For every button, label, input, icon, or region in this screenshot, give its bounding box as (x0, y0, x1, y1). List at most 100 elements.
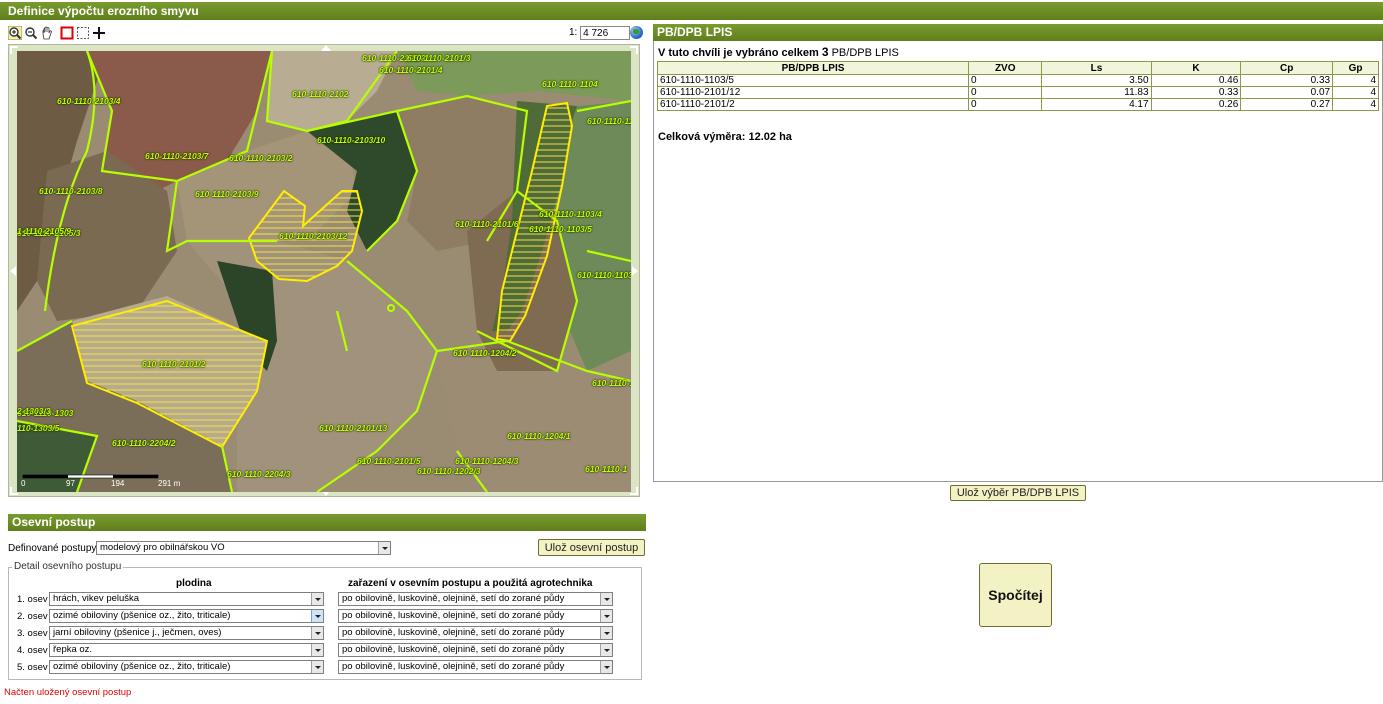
selection-prefix: V tuto chvíli je vybráno celkem (658, 47, 819, 59)
cell-k: 0.26 (1150, 98, 1242, 111)
parcel-label: 610-1110-2102 (292, 89, 349, 99)
chevron-down-icon[interactable] (600, 610, 612, 622)
tech-select[interactable]: po obilovině, luskovině, olejnině, setí … (338, 609, 613, 623)
zoom-out-icon[interactable] (24, 26, 38, 40)
parcel-label: 610-1110-2101/2 (142, 359, 206, 369)
chevron-down-icon[interactable] (311, 610, 323, 622)
scale-control: 1: (569, 26, 631, 40)
cell-zvo: 0 (968, 86, 1043, 99)
parcel-label: 610-1110-1204/3 (455, 456, 519, 466)
chevron-down-icon[interactable] (378, 542, 390, 554)
chevron-down-icon[interactable] (311, 593, 323, 605)
column-header[interactable]: K (1150, 61, 1242, 75)
rotation-section-title: Osevní postup (12, 515, 96, 529)
selection-info: V tuto chvíli je vybráno celkem 3 PB/DPB… (658, 45, 899, 59)
defined-rotations-label: Definované postupy: (8, 543, 100, 554)
column-header[interactable]: Ls (1041, 61, 1152, 75)
parcel-label: 1-1110-2105/9 (17, 226, 72, 236)
tech-select-value: po obilovině, luskovině, olejnině, setí … (342, 610, 565, 621)
crosshair-icon[interactable] (92, 26, 106, 40)
tech-select-value: po obilovině, luskovině, olejnině, setí … (342, 661, 565, 672)
cell-zvo: 0 (968, 98, 1043, 111)
cell-parcel: 610-1110-2101/12 (656, 86, 970, 99)
table-row[interactable]: 610-1110-1103/5 0 3.50 0.46 0.33 4 (656, 74, 1379, 87)
tech-select-value: po obilovině, luskovině, olejnině, setí … (342, 627, 565, 638)
total-area: Celková výměra: 12.02 ha (658, 131, 792, 143)
deselect-rectangle-icon[interactable] (76, 26, 90, 40)
cell-parcel: 610-1110-2101/2 (656, 98, 970, 111)
tech-select[interactable]: po obilovině, luskovině, olejnině, setí … (338, 626, 613, 640)
chevron-down-icon[interactable] (311, 644, 323, 656)
map-frame: 610-1110-2103/4 610-1110-2102 610-1110-210… (8, 44, 640, 497)
cell-zvo: 0 (968, 74, 1043, 87)
pan-west-icon[interactable] (10, 266, 16, 276)
sowing-row-label: 4. osev (17, 645, 48, 656)
map-view[interactable]: 610-1110-2103/4 610-1110-2102 610-1110-210… (17, 51, 631, 492)
sowing-row-label: 5. osev (17, 662, 48, 673)
save-rotation-button[interactable]: Ulož osevní postup (538, 539, 645, 556)
column-header[interactable]: Gp (1332, 61, 1379, 75)
tech-select[interactable]: po obilovině, luskovině, olejnině, setí … (338, 592, 613, 606)
crop-select-value: ozimé obiloviny (pšenice oz., žito, trit… (53, 661, 231, 672)
crop-select[interactable]: ozimé obiloviny (pšenice oz., žito, trit… (49, 660, 324, 674)
parcel-label: 110-1303/5 (17, 423, 60, 433)
crop-select-value: jarní obiloviny (pšenice j., ječmen, ove… (53, 627, 222, 638)
pan-southeast-icon[interactable] (630, 487, 638, 495)
parcel-label: 2-1303/3 (17, 406, 51, 416)
chevron-down-icon[interactable] (600, 644, 612, 656)
parcel-label: 610-1110-1204/2 (453, 348, 517, 358)
parcel-label: 610-1110-1103/4 (539, 209, 602, 219)
cell-cp: 0.27 (1240, 98, 1334, 111)
parcel-label: 610-1110-2103/12 (279, 231, 348, 241)
column-header[interactable]: ZVO (968, 61, 1043, 75)
chevron-down-icon[interactable] (311, 627, 323, 639)
tech-select[interactable]: po obilovině, luskovině, olejnině, setí … (338, 643, 613, 657)
parcel-label: 610-1110-2101/13 (319, 423, 388, 433)
window-title-bar: Definice výpočtu erozního smyvu (0, 2, 1383, 20)
lpis-table: PB/DPB LPIS ZVO Ls K Cp Gp 610-1110-1103… (656, 61, 1379, 111)
column-header[interactable]: PB/DPB LPIS (656, 61, 970, 75)
zoom-in-icon[interactable] (8, 26, 22, 40)
tech-select-value: po obilovině, luskovině, olejnině, setí … (342, 644, 565, 655)
parcel-label: 610-1110-1204/1 (507, 431, 571, 441)
parcel-label: 610-1110-2103/9 (195, 189, 259, 199)
parcel-label: 610-1110-1 (585, 464, 628, 474)
chevron-down-icon[interactable] (600, 661, 612, 673)
column-header[interactable]: Cp (1240, 61, 1334, 75)
sowing-row-label: 1. osev (17, 594, 48, 605)
rotation-section-header: Osevní postup (8, 514, 646, 531)
table-row[interactable]: 610-1110-2101/12 0 11.83 0.33 0.07 4 (656, 86, 1379, 99)
globe-icon[interactable] (630, 26, 643, 39)
scalebar-tick: 291 m (158, 479, 181, 488)
status-message: Načten uložený osevní postup (4, 687, 132, 698)
pan-hand-icon[interactable] (40, 26, 54, 40)
parcel-label: 610-1110-2204/2 (112, 438, 176, 448)
table-row[interactable]: 610-1110-2101/2 0 4.17 0.26 0.27 4 (656, 98, 1379, 111)
cell-ls: 3.50 (1041, 74, 1152, 87)
chevron-down-icon[interactable] (600, 593, 612, 605)
pan-northeast-icon[interactable] (630, 46, 638, 54)
parcel-label: 610-1110-2103/10 (317, 135, 386, 145)
tech-select-value: po obilovině, luskovině, olejnině, setí … (342, 593, 565, 604)
scale-input[interactable] (580, 26, 631, 40)
cell-parcel: 610-1110-1103/5 (656, 74, 970, 87)
map-toolbar: 1: (8, 26, 648, 42)
calculate-button[interactable]: Spočítej (979, 563, 1052, 627)
save-lpis-selection-button[interactable]: Ulož výběr PB/DPB LPIS (950, 485, 1086, 501)
crop-select[interactable]: jarní obiloviny (pšenice j., ječmen, ove… (49, 626, 324, 640)
defined-rotation-value: modelový pro obilnářskou VO (100, 542, 225, 553)
chevron-down-icon[interactable] (311, 661, 323, 673)
tech-select[interactable]: po obilovině, luskovině, olejnině, setí … (338, 660, 613, 674)
rotation-detail-legend: Detail osevního postupu (12, 561, 124, 572)
parcel-label: 610-1110-1104 (542, 79, 598, 89)
defined-rotation-select[interactable]: modelový pro obilnářskou VO (96, 541, 391, 555)
crop-select[interactable]: řepka oz. (49, 643, 324, 657)
cell-gp: 4 (1332, 98, 1379, 111)
chevron-down-icon[interactable] (600, 627, 612, 639)
crop-select[interactable]: hrách, vikev peluška (49, 592, 324, 606)
cell-cp: 0.33 (1240, 74, 1334, 87)
crop-select-value: ozimé obiloviny (pšenice oz., žito, trit… (53, 610, 231, 621)
select-rectangle-icon[interactable] (60, 26, 74, 40)
pan-east-icon[interactable] (632, 266, 638, 276)
crop-select[interactable]: ozimé obiloviny (pšenice oz., žito, trit… (49, 609, 324, 623)
